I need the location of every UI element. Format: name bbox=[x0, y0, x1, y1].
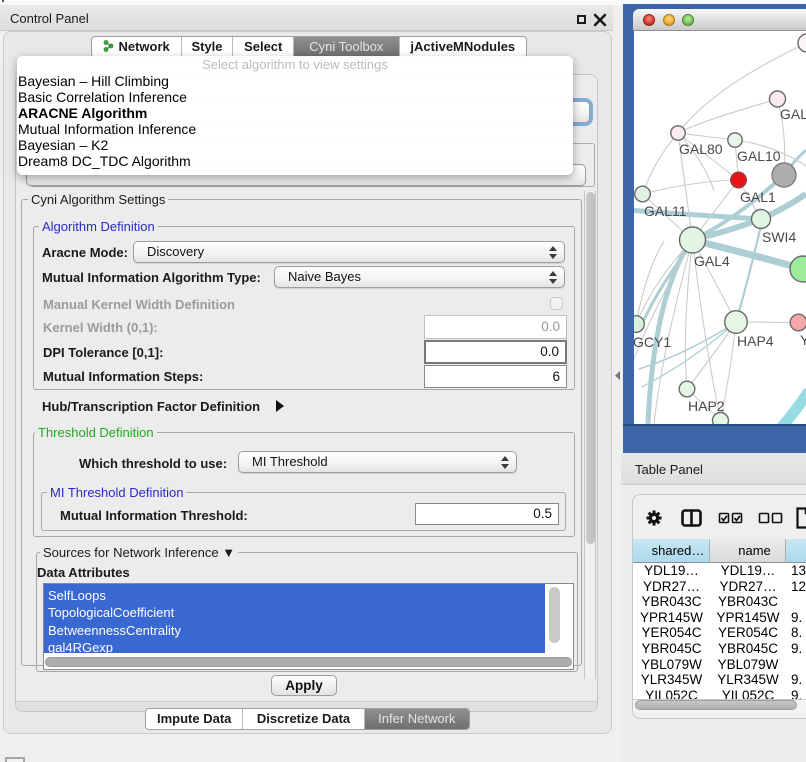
svg-text:GAL7: GAL7 bbox=[780, 106, 806, 122]
svg-text:Y: Y bbox=[800, 332, 806, 348]
svg-text:HAP2: HAP2 bbox=[688, 398, 725, 414]
svg-text:GAL4: GAL4 bbox=[694, 253, 730, 269]
svg-text:GAL80: GAL80 bbox=[679, 141, 723, 157]
svg-text:HAP4: HAP4 bbox=[737, 333, 774, 349]
svg-text:SWI4: SWI4 bbox=[762, 229, 796, 245]
svg-text:GCY1: GCY1 bbox=[634, 334, 671, 350]
svg-text:GAL1: GAL1 bbox=[740, 189, 776, 205]
svg-text:GAL10: GAL10 bbox=[737, 148, 781, 164]
svg-text:GAL11: GAL11 bbox=[644, 203, 687, 219]
